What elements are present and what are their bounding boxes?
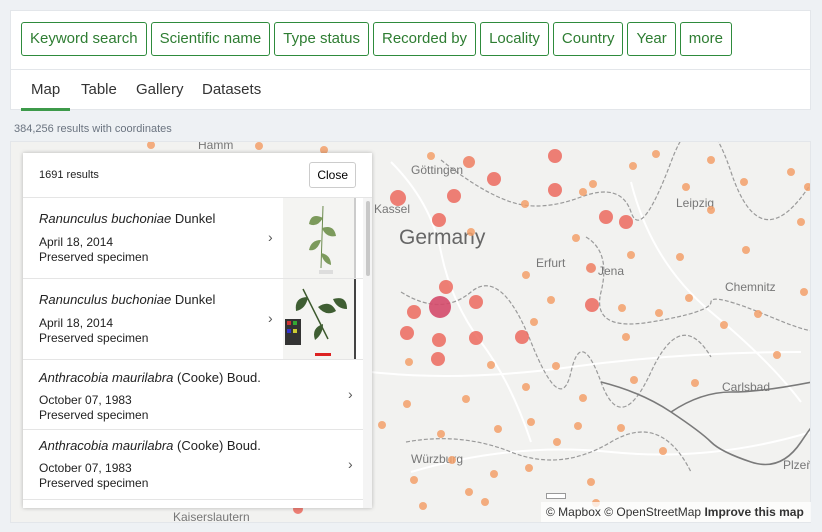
filter-year[interactable]: Year <box>627 22 676 56</box>
scientific-name: Ranunculus buchoniae <box>39 292 172 307</box>
filter-type-status[interactable]: Type status <box>274 22 369 56</box>
close-button[interactable]: Close <box>309 162 356 188</box>
author: Dunkel <box>174 211 216 226</box>
chevron-right-icon: › <box>268 310 273 326</box>
filter-more[interactable]: more <box>679 22 732 56</box>
popup-result-count: 1691 results <box>39 169 99 181</box>
specimen-thumbnail <box>283 198 356 278</box>
results-count: 384,256 results with coordinates <box>14 123 172 135</box>
record-basis: Preserved specimen <box>39 250 149 264</box>
filter-keyword-search[interactable]: Keyword search <box>21 22 147 56</box>
record-title: Anthracobia maurilabra (Cooke) Boud. <box>39 438 261 453</box>
chevron-right-icon: › <box>268 229 273 245</box>
record-date: April 18, 2014 <box>39 235 114 249</box>
record-title: Anthracobia maurilabra (Cooke) Boud. <box>39 370 261 385</box>
view-tabs: Map Table Gallery Datasets <box>11 69 810 111</box>
record-row[interactable]: Anthracobia maurilabra (Cooke) Boud. Oct… <box>23 360 363 430</box>
popup-header: 1691 results Close <box>23 153 372 198</box>
scientific-name: Ranunculus buchoniae <box>39 211 172 226</box>
record-basis: Preserved specimen <box>39 331 149 345</box>
record-title: Ranunculus buchoniae Dunkel <box>39 211 215 226</box>
filter-bar: Keyword search Scientific name Type stat… <box>21 22 732 56</box>
mapbox-link[interactable]: © Mapbox <box>546 505 601 519</box>
tab-datasets[interactable]: Datasets <box>202 70 261 111</box>
map-scale-bar <box>546 493 566 499</box>
filter-scientific-name[interactable]: Scientific name <box>150 22 271 56</box>
tab-gallery[interactable]: Gallery <box>136 70 184 111</box>
tab-table[interactable]: Table <box>81 70 117 111</box>
chevron-right-icon: › <box>348 456 353 472</box>
record-row[interactable]: Ranunculus buchoniae Dunkel April 18, 20… <box>23 279 363 360</box>
scientific-name: Anthracobia maurilabra <box>39 370 174 385</box>
record-row[interactable]: Anthracobia maurilabra (Cooke) Boud. Oct… <box>23 430 363 500</box>
filter-locality[interactable]: Locality <box>480 22 549 56</box>
record-row[interactable]: Ranunculus buchoniae Dunkel April 18, 20… <box>23 198 363 279</box>
scientific-name: Anthracobia maurilabra <box>39 438 174 453</box>
filter-country[interactable]: Country <box>552 22 624 56</box>
author: (Cooke) Boud. <box>177 370 261 385</box>
record-date: April 18, 2014 <box>39 316 114 330</box>
map-attribution: © Mapbox © OpenStreetMap Improve this ma… <box>541 502 811 522</box>
author: Dunkel <box>174 292 216 307</box>
specimen-thumbnail <box>283 279 356 359</box>
record-title: Ranunculus buchoniae Dunkel <box>39 292 215 307</box>
improve-map-link[interactable]: Improve this map <box>704 505 803 519</box>
record-basis: Preserved specimen <box>39 408 149 422</box>
results-popup: 1691 results Close Ranunculus buchoniae … <box>23 153 372 508</box>
record-date: October 07, 1983 <box>39 461 132 475</box>
chevron-right-icon: › <box>348 386 353 402</box>
record-date: October 07, 1983 <box>39 393 132 407</box>
author: (Cooke) Boud. <box>177 438 261 453</box>
popup-scrollbar-thumb[interactable] <box>366 201 370 276</box>
osm-link[interactable]: © OpenStreetMap <box>604 505 701 519</box>
tab-map[interactable]: Map <box>21 70 71 111</box>
record-basis: Preserved specimen <box>39 476 149 490</box>
search-filter-panel: Keyword search Scientific name Type stat… <box>10 10 811 111</box>
filter-recorded-by[interactable]: Recorded by <box>373 22 477 56</box>
